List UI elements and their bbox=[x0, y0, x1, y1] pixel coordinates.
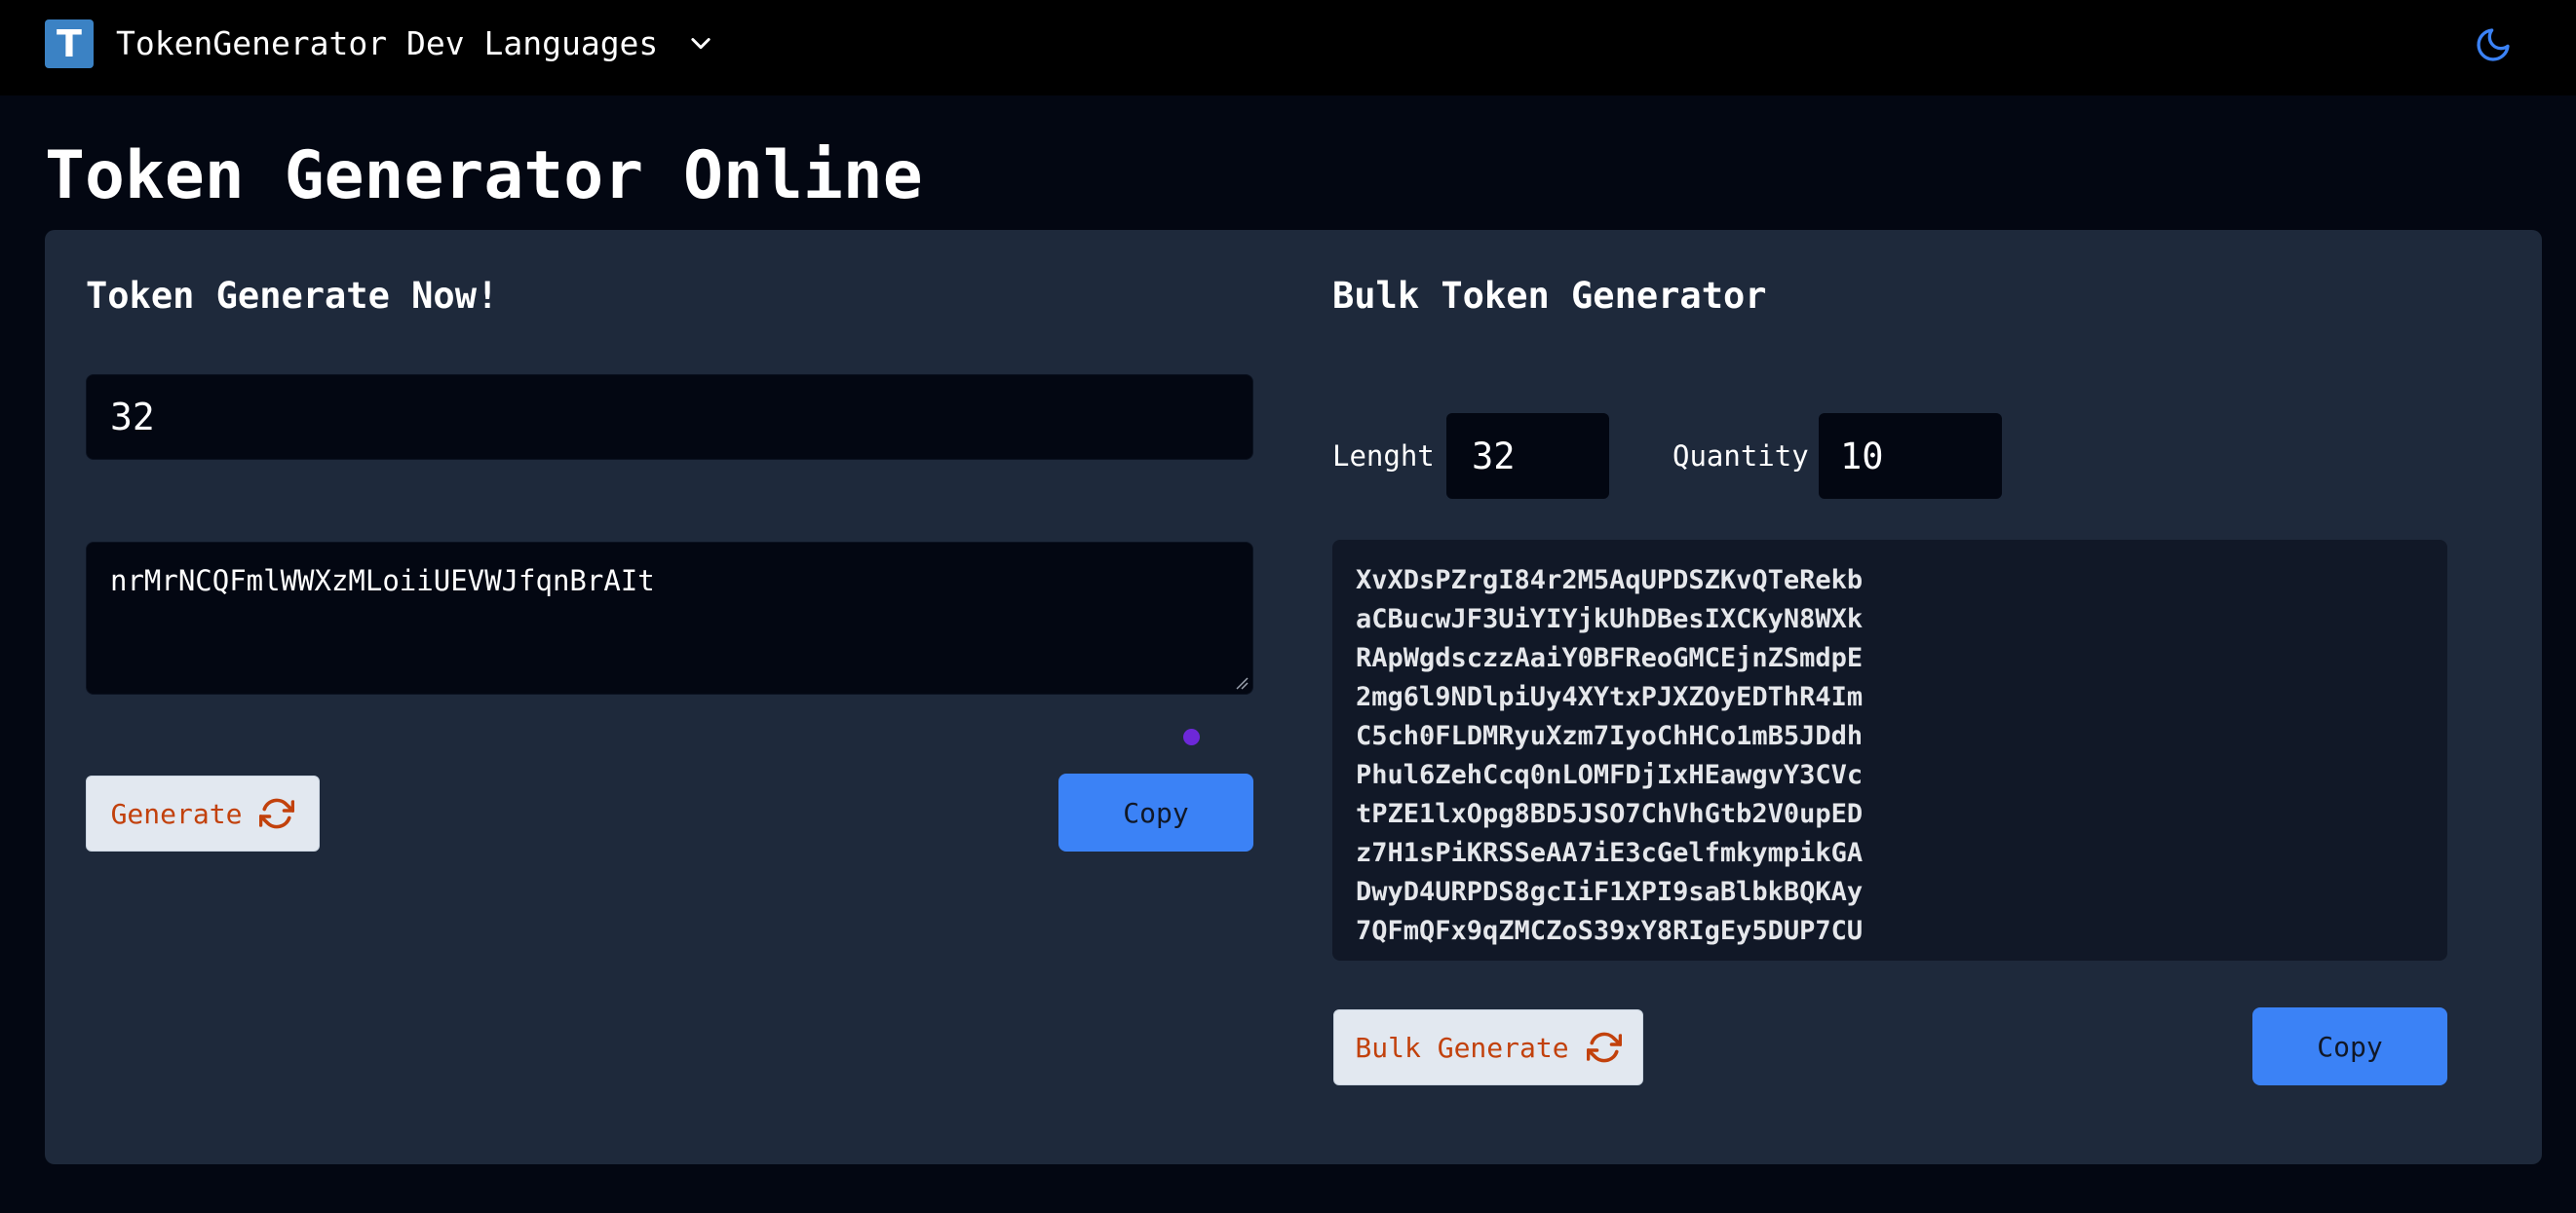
bulk-generate-button[interactable]: Bulk Generate bbox=[1333, 1009, 1643, 1085]
bulk-token-line: RApWgdsczzAaiY0BFReoGMCEjnZSmdpE bbox=[1356, 643, 1864, 673]
copy-bulk-label: Copy bbox=[2317, 1030, 2383, 1063]
brand-name: TokenGenerator Dev Languages bbox=[116, 23, 659, 62]
token-length-input[interactable]: 32 bbox=[86, 374, 1253, 460]
bulk-token-line: DwyD4URPDS8gcIiF1XPI9saBlbkBQKAy bbox=[1356, 877, 1864, 907]
logo-letter: T bbox=[57, 22, 82, 65]
bulk-generator-title: Bulk Token Generator bbox=[1332, 275, 1767, 317]
brand-menu-dropdown[interactable]: TokenGenerator Dev Languages bbox=[116, 21, 714, 64]
page-title: Token Generator Online bbox=[45, 137, 923, 214]
single-generator-title: Token Generate Now! bbox=[86, 275, 499, 317]
chevron-down-icon bbox=[691, 38, 711, 50]
bulk-quantity-label: Quantity bbox=[1672, 439, 1809, 473]
token-output-value: nrMrNCQFmlWWXzMLoiiUEVWJfqnBrAIt bbox=[110, 564, 655, 597]
status-dot bbox=[1183, 729, 1200, 745]
generate-button-label: Generate bbox=[110, 797, 243, 830]
resize-handle-icon[interactable] bbox=[1235, 676, 1249, 690]
token-output-textarea[interactable]: nrMrNCQFmlWWXzMLoiiUEVWJfqnBrAIt bbox=[86, 542, 1253, 695]
bulk-quantity-input[interactable]: 10 bbox=[1819, 413, 2002, 499]
copy-token-button[interactable]: Copy bbox=[1058, 774, 1253, 852]
moon-icon[interactable] bbox=[2474, 25, 2513, 64]
bulk-token-line: Phul6ZehCcq0nLOMFDjIxHEawgvY3CVc bbox=[1356, 760, 1864, 790]
bulk-token-line: 7QFmQFx9qZMCZoS39xY8RIgEy5DUP7CU bbox=[1356, 916, 1864, 946]
bulk-token-line: 2mg6l9NDlpiUy4XYtxPJXZOyEDThR4Im bbox=[1356, 682, 1864, 712]
bulk-length-input[interactable]: 32 bbox=[1446, 413, 1609, 499]
bulk-token-line: z7H1sPiKRSSeAA7iE3cGelfmkympikGA bbox=[1356, 838, 1864, 868]
generate-button[interactable]: Generate bbox=[86, 776, 320, 852]
bulk-token-line: XvXDsPZrgI84r2M5AqUPDSZKvQTeRekb bbox=[1356, 565, 1864, 595]
bulk-token-line: C5ch0FLDMRyuXzm7IyoChHCo1mB5JDdh bbox=[1356, 721, 1864, 751]
copy-token-label: Copy bbox=[1123, 796, 1189, 829]
logo[interactable]: T bbox=[45, 19, 94, 68]
bulk-length-value: 32 bbox=[1472, 435, 1516, 477]
bulk-token-line: aCBucwJF3UiYIYjkUhDBesIXCKyN8WXk bbox=[1356, 604, 1864, 634]
bulk-length-label: Lenght bbox=[1332, 439, 1435, 473]
refresh-icon bbox=[1586, 1032, 1622, 1063]
refresh-icon bbox=[259, 798, 295, 829]
top-navbar: T TokenGenerator Dev Languages bbox=[0, 0, 2576, 95]
bulk-quantity-value: 10 bbox=[1840, 435, 1884, 477]
bulk-token-line: tPZE1lxOpg8BD5JSO7ChVhGtb2V0upED bbox=[1356, 799, 1864, 829]
bulk-generate-label: Bulk Generate bbox=[1355, 1031, 1569, 1064]
token-length-value: 32 bbox=[110, 396, 155, 438]
bulk-tokens-output[interactable]: XvXDsPZrgI84r2M5AqUPDSZKvQTeRekb aCBucwJ… bbox=[1332, 540, 2447, 961]
copy-bulk-button[interactable]: Copy bbox=[2252, 1007, 2447, 1085]
